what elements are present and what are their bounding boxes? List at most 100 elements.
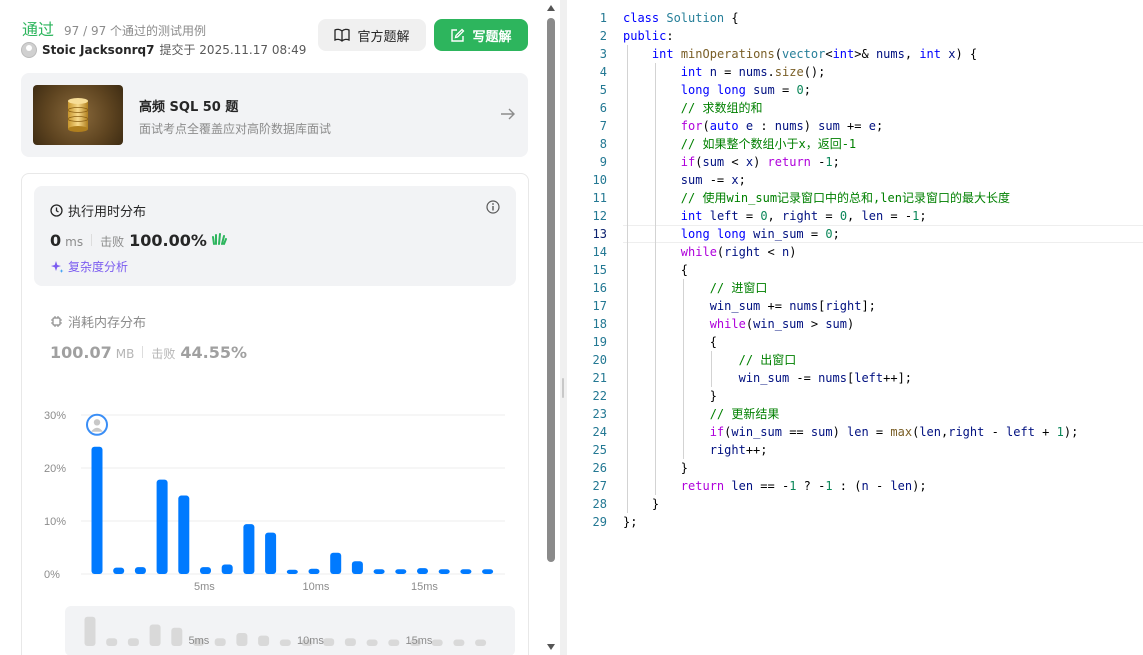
line-code: } [623, 389, 717, 403]
line-code: win_sum -= nums[left++]; [738, 371, 913, 385]
testcase-count: 97 / 97 个通过的测试用例 [64, 24, 207, 38]
mini-bar [475, 639, 487, 646]
line-number: 21 [592, 371, 607, 385]
runtime-title-text: 执行用时分布 [68, 205, 147, 220]
line-number: 23 [592, 407, 607, 421]
scrollbar-thumb[interactable] [547, 18, 555, 562]
code-line[interactable]: 1 class Solution { [567, 9, 1143, 27]
runtime-value: 0 [50, 231, 62, 250]
bar [373, 569, 385, 574]
line-code: class Solution { [623, 11, 739, 25]
study-plan-banner[interactable]: 高频 SQL 50 题 面试考点全覆盖应对高阶数据库面试 [21, 73, 528, 157]
runtime-distribution-chart[interactable]: 30% 20% 10% 0% 5ms 10ms 15ms [21, 400, 521, 600]
database-icon [67, 98, 89, 132]
line-code: if(win_sum == sum) len = max(len,right -… [709, 425, 1079, 439]
mini-x-tick-label: 15ms [406, 635, 433, 647]
code-line[interactable]: 17 win_sum += nums[right]; [567, 297, 1143, 315]
line-code: // 出窗口 [738, 353, 797, 367]
user-avatar[interactable] [21, 41, 37, 58]
code-line[interactable]: 20 // 出窗口 [567, 351, 1143, 369]
code-editor[interactable]: 1 class Solution {2 public: 3 int minOperat… [567, 0, 1143, 655]
line-code: }; [623, 515, 638, 529]
line-code: // 更新结果 [709, 407, 780, 421]
scroll-down-arrow[interactable] [547, 644, 555, 650]
user-name[interactable]: Stoic Jacksonrq7 [42, 43, 154, 57]
code-line[interactable]: 21 win_sum -= nums[left++]; [567, 369, 1143, 387]
memory-value: 100.07 [50, 343, 112, 362]
code-line[interactable]: 2 public: [567, 27, 1143, 45]
code-line[interactable]: 28 } [567, 495, 1143, 513]
bar [243, 524, 255, 574]
info-icon[interactable] [486, 199, 500, 218]
line-number: 3 [599, 47, 607, 61]
official-solution-button[interactable]: 官方题解 [318, 19, 426, 51]
code-line[interactable]: 15 { [567, 261, 1143, 279]
memory-section-title[interactable]: 消耗内存分布 [50, 312, 146, 331]
bar [330, 552, 342, 574]
code-line[interactable]: 11 // 使用win_sum记录窗口中的总和,len记录窗口的最大长度 [567, 189, 1143, 207]
line-code: long long sum = 0; [680, 83, 811, 97]
submission-info: Stoic Jacksonrq7 提交于 2025.11.17 08:49 [21, 41, 306, 58]
mini-bar [236, 633, 248, 646]
bar [91, 446, 103, 574]
line-code: for(auto e : nums) sum += e; [680, 119, 884, 133]
code-line[interactable]: 29}; [567, 513, 1143, 531]
line-number: 28 [592, 497, 607, 511]
code-line[interactable]: 13 long long win_sum = 0; [567, 225, 1143, 243]
mini-bar [323, 638, 335, 646]
code-line[interactable]: 8 // 如果整个数组小于x，返回-1 [567, 135, 1143, 153]
book-icon [334, 28, 351, 42]
line-code: return len == -1 ? -1 : (n - len); [680, 479, 927, 493]
code-line[interactable]: 5 long long sum = 0; [567, 81, 1143, 99]
code-line[interactable]: 16 // 进窗口 [567, 279, 1143, 297]
panel-splitter[interactable] [560, 0, 567, 655]
line-number: 13 [592, 227, 607, 241]
code-line[interactable]: 4 int n = nums.size(); [567, 63, 1143, 81]
code-line[interactable]: 26 } [567, 459, 1143, 477]
mini-bar [344, 638, 356, 646]
code-line[interactable]: 23 // 更新结果 [567, 405, 1143, 423]
line-number: 14 [592, 245, 607, 259]
mini-bar [214, 638, 226, 646]
code-line[interactable]: 14 while(right < n) [567, 243, 1143, 261]
code-line[interactable]: 12 int left = 0, right = 0, len = -1; [567, 207, 1143, 225]
code-line[interactable]: 27 return len == -1 ? -1 : (n - len); [567, 477, 1143, 495]
line-code: { [623, 263, 689, 277]
write-solution-button[interactable]: 写题解 [434, 19, 528, 51]
code-line[interactable]: 19 { [567, 333, 1143, 351]
line-code: // 求数组的和 [680, 101, 763, 115]
runtime-beat-value: 100.00% [129, 231, 207, 250]
code-line[interactable]: 7 for(auto e : nums) sum += e; [567, 117, 1143, 135]
runtime-beat-label: 击败 [100, 235, 125, 249]
code-line[interactable]: 25 right++; [567, 441, 1143, 459]
scroll-up-arrow[interactable] [547, 5, 555, 11]
memory-title-text: 消耗内存分布 [68, 316, 147, 331]
code-line[interactable]: 24 if(win_sum == sum) len = max(len,righ… [567, 423, 1143, 441]
runtime-section[interactable]: 执行用时分布 0 ms 击败 100.00% 复杂度分析 [34, 186, 516, 286]
code-line[interactable]: 22 } [567, 387, 1143, 405]
line-number: 29 [592, 515, 607, 529]
code-line[interactable]: 6 // 求数组的和 [567, 99, 1143, 117]
code-line[interactable]: 9 if(sum < x) return -1; [567, 153, 1143, 171]
bar [482, 569, 494, 574]
code-line[interactable]: 18 while(win_sum > sum) [567, 315, 1143, 333]
y-tick-label: 20% [44, 463, 66, 475]
code-line[interactable]: 10 sum -= x; [567, 171, 1143, 189]
divider [91, 234, 93, 246]
line-number: 26 [592, 461, 607, 475]
runtime-title: 执行用时分布 [50, 201, 146, 220]
code-line[interactable]: 3 int minOperations(vector<int>& nums, i… [567, 45, 1143, 63]
bar [460, 569, 472, 574]
arrow-right-icon [500, 105, 516, 126]
chart-range-selector[interactable]: 5ms 10ms 15ms [65, 606, 515, 655]
drag-handle[interactable] [562, 378, 564, 398]
bar [395, 569, 407, 574]
memory-values: 100.07 MB 击败 44.55% [50, 343, 247, 362]
complexity-analysis-link[interactable]: 复杂度分析 [50, 258, 128, 275]
bar [178, 495, 190, 574]
x-tick-label: 10ms [303, 581, 330, 593]
banner-subtitle: 面试考点全覆盖应对高阶数据库面试 [139, 122, 332, 136]
line-code: sum -= x; [680, 173, 746, 187]
line-number: 25 [592, 443, 607, 457]
line-number: 17 [592, 299, 607, 313]
